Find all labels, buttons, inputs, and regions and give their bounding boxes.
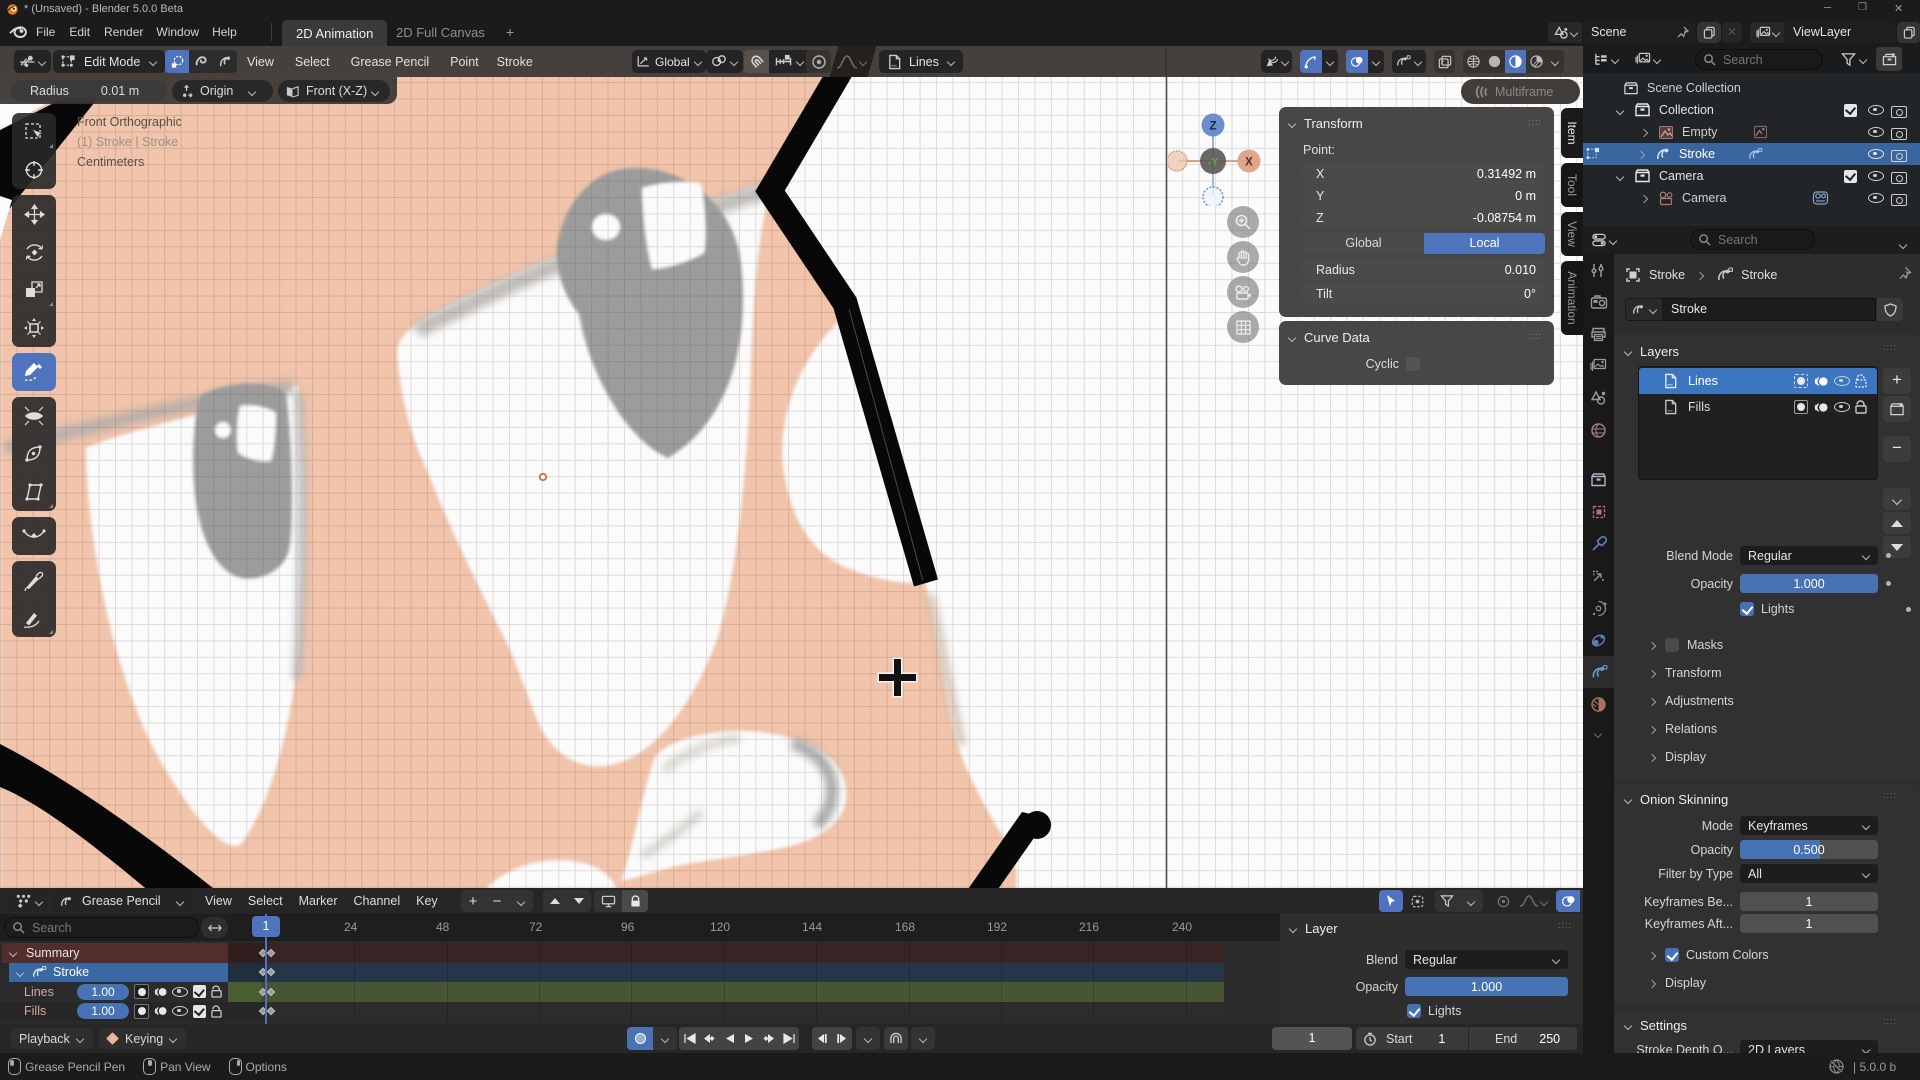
svg-text:X: X [1245,157,1253,169]
svg-text:Z: Z [1209,121,1216,133]
svg-text:-Y: -Y [1208,157,1220,169]
